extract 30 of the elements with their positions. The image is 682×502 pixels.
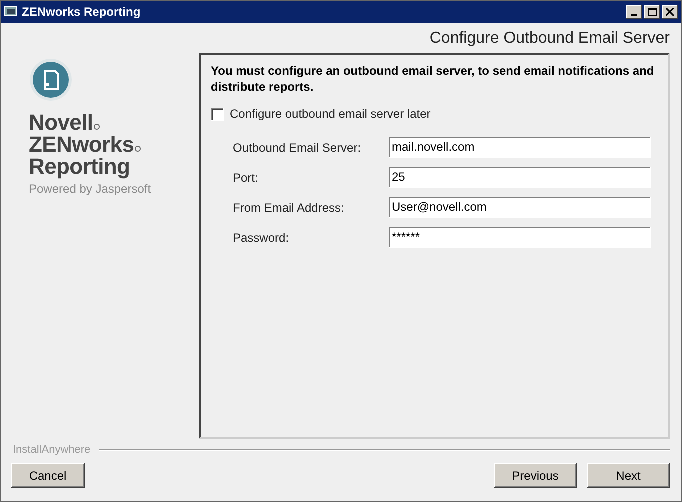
cancel-button[interactable]: Cancel — [11, 463, 85, 488]
logo-icon — [29, 58, 73, 102]
installer-brand: InstallAnywhere — [13, 444, 91, 456]
field-label: Port: — [233, 170, 260, 184]
instruction-text: You must configure an outbound email server, to send email notifications and distribute reports. — [211, 63, 656, 95]
maximize-icon — [648, 8, 656, 16]
field-label: From Email Address: — [233, 200, 346, 214]
brand-text: Reporting — [29, 156, 132, 178]
input-field[interactable]: 25 — [389, 167, 651, 188]
input-field[interactable]: ****** — [389, 227, 651, 248]
checkbox[interactable] — [211, 108, 224, 120]
brand-text: Novell — [29, 112, 199, 134]
registered-icon — [94, 124, 100, 130]
page-heading: Configure Outbound Email Server — [430, 30, 670, 49]
app-icon — [4, 5, 18, 19]
nav-button[interactable]: Next — [587, 463, 670, 488]
tagline: Powered by Jaspersoft — [29, 182, 152, 196]
input-field[interactable]: mail.novell.com — [389, 137, 651, 158]
nav-button[interactable]: Previous — [494, 463, 577, 488]
checkbox-label: Configure outbound email server later — [230, 107, 431, 121]
close-button[interactable] — [662, 5, 678, 19]
brand-text: ZENworks — [29, 134, 199, 156]
close-icon — [666, 8, 674, 16]
field-label: Password: — [233, 230, 290, 244]
window-title: ZENworks Reporting — [22, 5, 142, 19]
maximize-button[interactable] — [644, 5, 660, 19]
input-field[interactable]: User@novell.com — [389, 197, 651, 218]
registered-icon — [135, 146, 142, 152]
field-label: Outbound Email Server: — [233, 140, 362, 154]
minimize-button[interactable] — [626, 5, 642, 19]
